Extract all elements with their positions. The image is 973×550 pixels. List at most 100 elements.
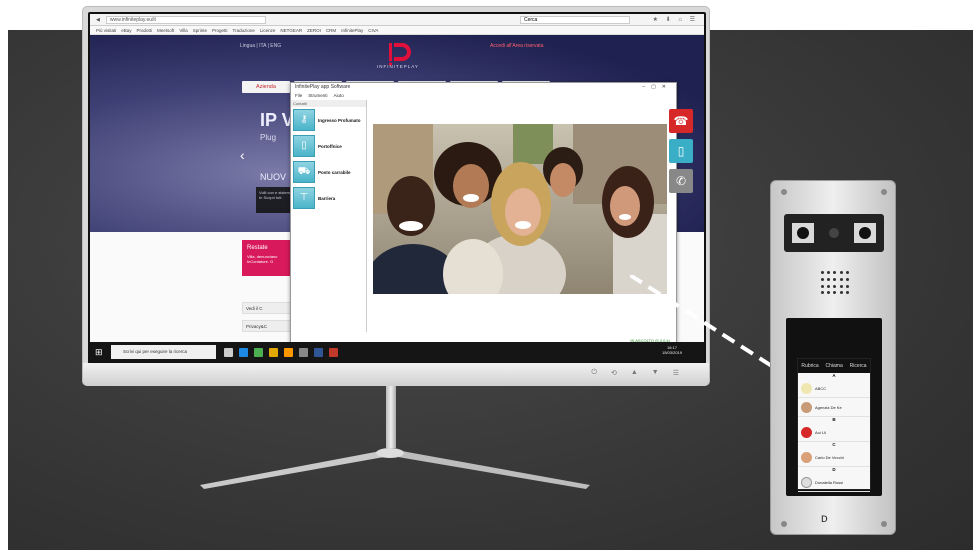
back-icon[interactable]: ◀ <box>96 17 100 23</box>
bookmarks-bar: Più visitati eBay Prodotti Meetsoft Villa Spr… <box>90 26 704 35</box>
monitor-control-button[interactable]: ⟲ <box>611 369 617 377</box>
panel-entry[interactable]: Agenzia De Ke <box>798 398 870 417</box>
panel-tab[interactable]: Rubrica <box>801 363 818 369</box>
panel-tab[interactable]: Ricerca <box>850 363 867 369</box>
explorer-icon[interactable] <box>269 347 278 357</box>
avatar <box>801 451 812 463</box>
app-title: InfinitePlay app Software <box>295 84 351 90</box>
reserved-area-link[interactable]: Accedi all'Area riservata <box>490 43 543 49</box>
address-bar[interactable]: www.infiniteplay.eu/it <box>105 15 266 24</box>
edge-icon[interactable] <box>239 347 248 357</box>
panel-tabs: Rubrica Chiama Ricerca <box>798 359 870 373</box>
window-controls[interactable]: –▢✕ <box>642 83 672 92</box>
app-titlebar: InfinitePlay app Software –▢✕ <box>291 83 676 92</box>
contact-name: Portoffnice <box>318 143 342 149</box>
hangup-button[interactable]: ☎ <box>669 109 693 133</box>
contact-name: Ingresso Profumato <box>318 117 361 123</box>
answer-button[interactable]: ✆ <box>669 169 693 193</box>
phone-hangup-icon: ☎ <box>673 114 689 128</box>
monitor: ◀ www.infiniteplay.eu/it Cerca ★ ⬇ ⌂ ☰ P… <box>82 6 710 386</box>
key-icon: ⚷ <box>293 109 315 131</box>
monitor-chin: ⏻ ⟲ ▲ ▼ ☰ <box>83 363 709 386</box>
menu-tools[interactable]: Strumenti <box>308 92 327 99</box>
screw <box>881 189 887 195</box>
phone-icon: ✆ <box>675 174 687 188</box>
avatar <box>801 401 812 413</box>
video-feed <box>373 124 667 294</box>
contact-item[interactable]: ⚷ Ingresso Profumato <box>291 107 366 133</box>
camera-icon <box>792 223 876 243</box>
word-icon[interactable] <box>314 347 323 357</box>
panel-entry-name: Aoi Lll <box>815 429 826 435</box>
screw <box>781 189 787 195</box>
pink-banner-title: Restate <box>247 245 268 251</box>
bookmark-item[interactable]: Progetti <box>212 28 228 33</box>
monitor-bezel: ◀ www.infiniteplay.eu/it Cerca ★ ⬇ ⌂ ☰ P… <box>88 12 706 364</box>
app-icon[interactable] <box>299 347 308 357</box>
app-window: InfinitePlay app Software –▢✕ File Strum… <box>290 82 693 346</box>
taskbar: ⊞ Scrivi qui per eseguire la ricerca 16:… <box>90 342 704 362</box>
logo-text: INFINITEPLAY <box>377 64 419 69</box>
browser-search-input[interactable]: Cerca <box>520 16 630 24</box>
bookmark-item[interactable]: Licenze <box>260 28 276 33</box>
door-icon: ▯ <box>677 144 685 158</box>
avatar <box>801 382 812 394</box>
panel-entry-name: ABCC <box>815 385 827 391</box>
menu-file[interactable]: File <box>295 92 302 99</box>
menu-help[interactable]: Aiuto <box>334 92 344 99</box>
hero-title: IP V <box>260 110 294 130</box>
bookmark-item[interactable]: CRM <box>326 28 336 33</box>
bookmark-item[interactable]: Meetsoft <box>157 28 174 33</box>
monitor-neck <box>386 386 396 448</box>
windows-start-icon[interactable]: ⊞ <box>95 346 107 358</box>
task-view-icon[interactable] <box>224 347 233 357</box>
taskbar-search-input[interactable]: Scrivi qui per eseguire la ricerca <box>111 345 216 359</box>
contacts-header: Contatti <box>291 100 366 107</box>
panel-entry[interactable]: Carlo De Vecchi <box>798 448 870 467</box>
panel-entry[interactable]: Donatella Rossi <box>798 473 870 492</box>
monitor-stand <box>200 448 590 489</box>
panel-logo-icon: ᴅ <box>821 511 828 525</box>
nav-item[interactable]: Azienda <box>242 81 290 93</box>
bookmark-item[interactable]: Traduzione <box>233 28 255 33</box>
bookmark-item[interactable]: Sprinte <box>193 28 207 33</box>
app-menu: File Strumenti Aiuto <box>291 92 676 99</box>
carousel-prev-icon[interactable]: ‹ <box>240 147 245 163</box>
panel-screen: Rubrica Chiama Ricerca A ABCC Agenzia De… <box>797 358 871 492</box>
language-selector[interactable]: Lingua | ITA | ENG <box>240 43 281 49</box>
panel-entry[interactable]: ABCC <box>798 379 870 398</box>
bookmark-item[interactable]: Villa <box>179 28 187 33</box>
contact-name: Barriera <box>318 195 336 201</box>
screw <box>781 521 787 527</box>
infiniteplay-app-icon[interactable] <box>329 347 338 357</box>
avatar <box>801 426 812 438</box>
connector-line <box>630 275 780 372</box>
contact-item[interactable]: ▯ Portoffnice <box>291 133 366 159</box>
car-icon: ⛟ <box>293 161 315 183</box>
contact-name: Posto carrabile <box>318 169 351 175</box>
bookmark-item[interactable]: NETGEAR <box>280 28 302 33</box>
bookmark-item[interactable]: eBay <box>121 28 131 33</box>
bookmark-item[interactable]: InfinitePlay <box>341 28 363 33</box>
panel-tab[interactable]: Chiama <box>826 363 843 369</box>
monitor-control-button[interactable]: ⏻ <box>591 369 597 377</box>
door-icon: ▯ <box>293 135 315 157</box>
camera-module <box>784 214 884 252</box>
taskbar-apps <box>224 347 338 357</box>
bookmark-item[interactable]: CIVA <box>368 28 378 33</box>
bookmark-item[interactable]: ZEROI <box>307 28 321 33</box>
barrier-icon: ⊤ <box>293 187 315 209</box>
door-open-button[interactable]: ▯ <box>669 139 693 163</box>
bookmark-item[interactable]: Più visitati <box>96 28 116 33</box>
panel-entry-name: Agenzia De Ke <box>815 404 842 410</box>
firefox-icon[interactable] <box>284 347 293 357</box>
contact-item[interactable]: ⊤ Barriera <box>291 185 366 211</box>
screw <box>881 521 887 527</box>
contact-item[interactable]: ⛟ Posto carrabile <box>291 159 366 185</box>
panel-entry[interactable]: Aoi Lll <box>798 423 870 442</box>
panel-entry-name: Donatella Rossi <box>815 479 844 485</box>
hero-nuovo: NUOV <box>260 172 287 182</box>
browser-icons[interactable]: ★ ⬇ ⌂ ☰ <box>653 16 698 23</box>
excel-icon[interactable] <box>254 347 263 357</box>
bookmark-item[interactable]: Prodotti <box>137 28 153 33</box>
